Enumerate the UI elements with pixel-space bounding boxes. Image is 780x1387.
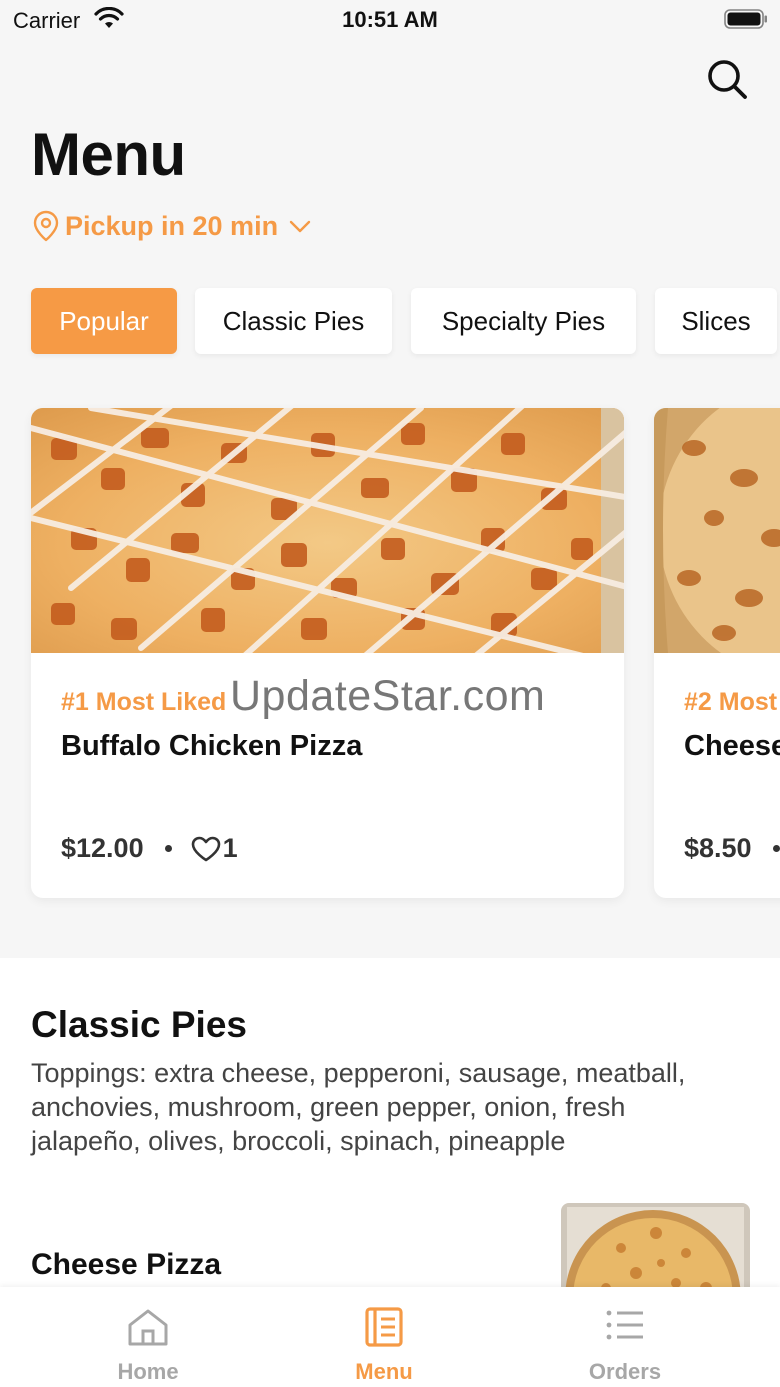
location-pin-icon bbox=[33, 210, 59, 242]
buffalo-chicken-pizza-image bbox=[31, 408, 624, 653]
tab-orders[interactable]: Orders bbox=[525, 1287, 725, 1387]
category-tab-popular[interactable]: Popular bbox=[31, 288, 177, 354]
pickup-label: Pickup in 20 min bbox=[65, 210, 279, 241]
item-meta: $8.50 bbox=[684, 833, 780, 864]
page-title: Menu bbox=[31, 121, 186, 188]
menu-item-name[interactable]: Cheese Pizza bbox=[31, 1248, 221, 1282]
tab-menu[interactable]: Menu bbox=[284, 1287, 484, 1387]
category-tab-specialty-pies[interactable]: Specialty Pies bbox=[411, 288, 636, 354]
search-button[interactable] bbox=[704, 56, 750, 102]
tab-label: Home bbox=[117, 1359, 179, 1384]
featured-item-card[interactable]: #2 Most Liked Cheese Pizza $8.50 bbox=[654, 408, 780, 898]
like-count: 1 bbox=[222, 833, 238, 863]
bottom-tab-bar: Home Menu Orders bbox=[0, 1287, 780, 1387]
menu-section-classic-pies: Classic Pies Toppings: extra cheese, pep… bbox=[0, 958, 780, 1303]
item-price: $8.50 bbox=[684, 833, 752, 863]
pickup-selector[interactable]: Pickup in 20 min bbox=[33, 206, 312, 246]
home-icon bbox=[128, 1309, 168, 1346]
rank-label: #1 Most Liked bbox=[61, 688, 227, 716]
tab-label: Orders bbox=[588, 1359, 662, 1384]
section-title: Classic Pies bbox=[31, 1004, 247, 1045]
featured-item-card[interactable]: #1 Most Liked Buffalo Chicken Pizza $12.… bbox=[31, 408, 624, 898]
watermark: UpdateStar.com bbox=[230, 672, 546, 720]
category-tab-label: Specialty Pies bbox=[441, 305, 606, 336]
list-icon bbox=[606, 1310, 643, 1340]
item-name: Buffalo Chicken Pizza bbox=[61, 730, 363, 762]
category-tab-classic-pies[interactable]: Classic Pies bbox=[195, 288, 392, 354]
category-tab-label: Popular bbox=[59, 305, 149, 336]
category-tab-label: Classic Pies bbox=[222, 305, 365, 336]
item-price: $12.00 bbox=[61, 833, 144, 863]
search-icon bbox=[708, 60, 747, 99]
heart-icon[interactable] bbox=[191, 836, 221, 862]
item-meta: $12.00 1 bbox=[61, 833, 238, 864]
tab-label: Menu bbox=[355, 1359, 413, 1384]
section-description: Toppings: extra cheese, pepperoni, sausa… bbox=[31, 1058, 686, 1156]
menu-book-icon bbox=[365, 1307, 403, 1347]
rank-label: #2 Most Liked bbox=[684, 688, 780, 716]
status-time: 10:51 AM bbox=[342, 7, 438, 32]
item-name: Cheese Pizza bbox=[684, 730, 780, 762]
cheese-pizza-image bbox=[654, 408, 780, 653]
battery-icon bbox=[724, 9, 767, 29]
category-tab-label: Slices bbox=[681, 305, 751, 336]
tab-home[interactable]: Home bbox=[48, 1287, 248, 1387]
chevron-down-icon bbox=[289, 220, 311, 233]
separator-dot bbox=[164, 845, 172, 852]
separator-dot bbox=[772, 845, 780, 852]
status-bar: Carrier 10:51 AM bbox=[0, 0, 780, 40]
category-tab-slices[interactable]: Slices bbox=[655, 288, 777, 354]
